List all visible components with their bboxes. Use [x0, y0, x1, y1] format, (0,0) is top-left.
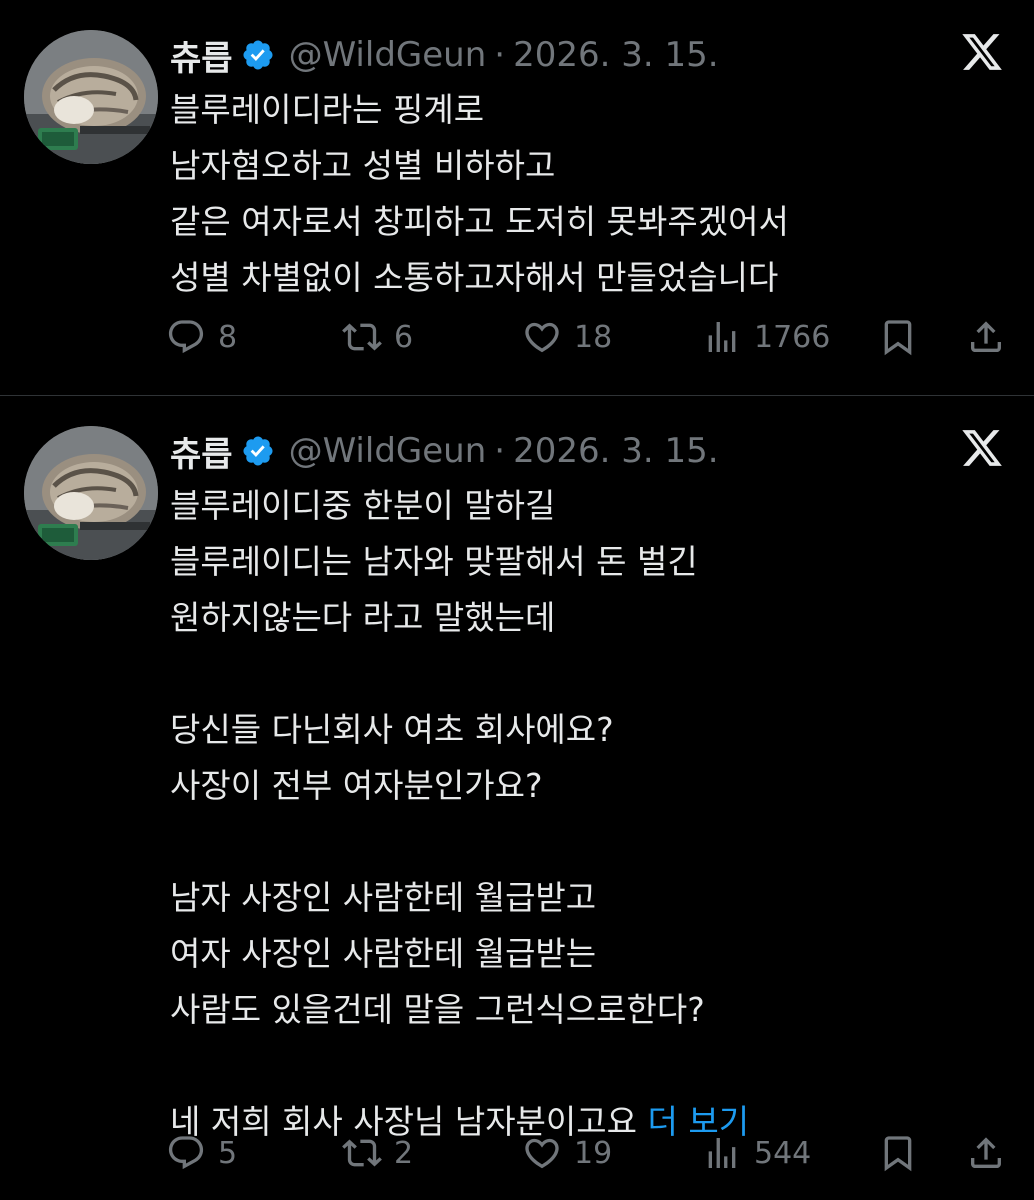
like-button[interactable]: 19	[522, 1128, 612, 1178]
display-name[interactable]: 츄릅	[170, 427, 233, 476]
reply-count: 8	[218, 319, 238, 355]
tweet-card[interactable]: 츄릅 @WildGeun · 2026. 3. 15. 블루레이디중 한분이 말…	[0, 396, 1034, 1200]
tweet-text-line: 여자 사장인 사람한테 월급받는	[170, 934, 597, 973]
retweet-button[interactable]: 6	[342, 312, 413, 362]
tweet-text-line: 원하지않는다 라고 말했는데	[170, 598, 556, 637]
views-icon	[708, 1138, 736, 1168]
tweet-text-line: 당신들 다닌회사 여초 회사에요?	[170, 710, 614, 749]
tweet-text-line: 사장이 전부 여자분인가요?	[170, 766, 543, 805]
views-icon	[708, 322, 736, 352]
separator-dot: ·	[494, 431, 506, 471]
like-count: 19	[574, 1135, 613, 1171]
tweet-date[interactable]: 2026. 3. 15.	[513, 35, 718, 75]
retweet-icon	[342, 1139, 382, 1167]
user-handle[interactable]: @WildGeun	[289, 35, 487, 75]
share-icon	[971, 321, 1001, 352]
heart-icon	[525, 1138, 559, 1169]
reply-icon	[168, 320, 204, 354]
avatar[interactable]	[24, 426, 158, 560]
reply-button[interactable]: 5	[166, 1128, 237, 1178]
x-logo-icon[interactable]	[960, 30, 1004, 74]
bookmark-icon	[884, 1136, 912, 1172]
share-button[interactable]	[966, 1128, 1006, 1178]
reply-button[interactable]: 8	[166, 312, 237, 362]
retweet-button[interactable]: 2	[342, 1128, 413, 1178]
tweet-text-line: 사람도 있을건데 말을 그런식으로한다?	[170, 990, 705, 1029]
tweet-text: 블루레이디중 한분이 말하길 블루레이디는 남자와 맞팔해서 돈 벌긴 원하지않…	[170, 478, 1000, 1150]
tweet-date[interactable]: 2026. 3. 15.	[513, 431, 718, 471]
verified-badge-icon	[243, 40, 273, 70]
tweet-text-line: 남자 사장인 사람한테 월급받고	[170, 878, 597, 917]
like-button[interactable]: 18	[522, 312, 612, 362]
heart-icon	[525, 322, 559, 353]
tweet-text-line: 같은 여자로서 창피하고 도저히 못봐주겠어서	[170, 202, 789, 241]
separator-dot: ·	[494, 35, 506, 75]
reply-count: 5	[218, 1135, 238, 1171]
tweet-text-line: 블루레이디라는 핑계로	[170, 90, 485, 129]
tweet-header: 츄릅 @WildGeun · 2026. 3. 15.	[170, 30, 719, 80]
share-icon	[971, 1137, 1001, 1168]
cat-avatar-image	[24, 30, 158, 164]
views-button[interactable]: 544	[702, 1128, 811, 1178]
views-button[interactable]: 1766	[702, 312, 830, 362]
tweet-actions: 8 6 18 1766	[166, 312, 1016, 362]
avatar[interactable]	[24, 30, 158, 164]
view-count: 544	[754, 1135, 812, 1171]
like-count: 18	[574, 319, 613, 355]
retweet-icon	[342, 323, 382, 351]
verified-badge-icon	[243, 436, 273, 466]
tweet-card[interactable]: 츄릅 @WildGeun · 2026. 3. 15. 블루레이디라는 핑계로 …	[0, 0, 1034, 395]
view-count: 1766	[754, 319, 831, 355]
bookmark-button[interactable]	[878, 1128, 918, 1178]
retweet-count: 2	[394, 1135, 414, 1171]
tweet-text-line: 남자혐오하고 성별 비하하고	[170, 146, 556, 185]
user-handle[interactable]: @WildGeun	[289, 431, 487, 471]
reply-icon	[168, 1136, 204, 1170]
tweet-text-line: 성별 차별없이 소통하고자해서 만들었습니다	[170, 258, 779, 297]
bookmark-icon	[884, 320, 912, 356]
cat-avatar-image	[24, 426, 158, 560]
x-logo-icon[interactable]	[960, 426, 1004, 470]
tweet-text: 블루레이디라는 핑계로 남자혐오하고 성별 비하하고 같은 여자로서 창피하고 …	[170, 82, 1000, 306]
retweet-count: 6	[394, 319, 414, 355]
display-name[interactable]: 츄릅	[170, 31, 233, 80]
tweet-actions: 5 2 19 544	[166, 1128, 1016, 1178]
tweet-header: 츄릅 @WildGeun · 2026. 3. 15.	[170, 426, 719, 476]
share-button[interactable]	[966, 312, 1006, 362]
bookmark-button[interactable]	[878, 312, 918, 362]
tweet-text-line: 블루레이디중 한분이 말하길	[170, 486, 556, 525]
tweet-text-line: 블루레이디는 남자와 맞팔해서 돈 벌긴	[170, 542, 698, 581]
